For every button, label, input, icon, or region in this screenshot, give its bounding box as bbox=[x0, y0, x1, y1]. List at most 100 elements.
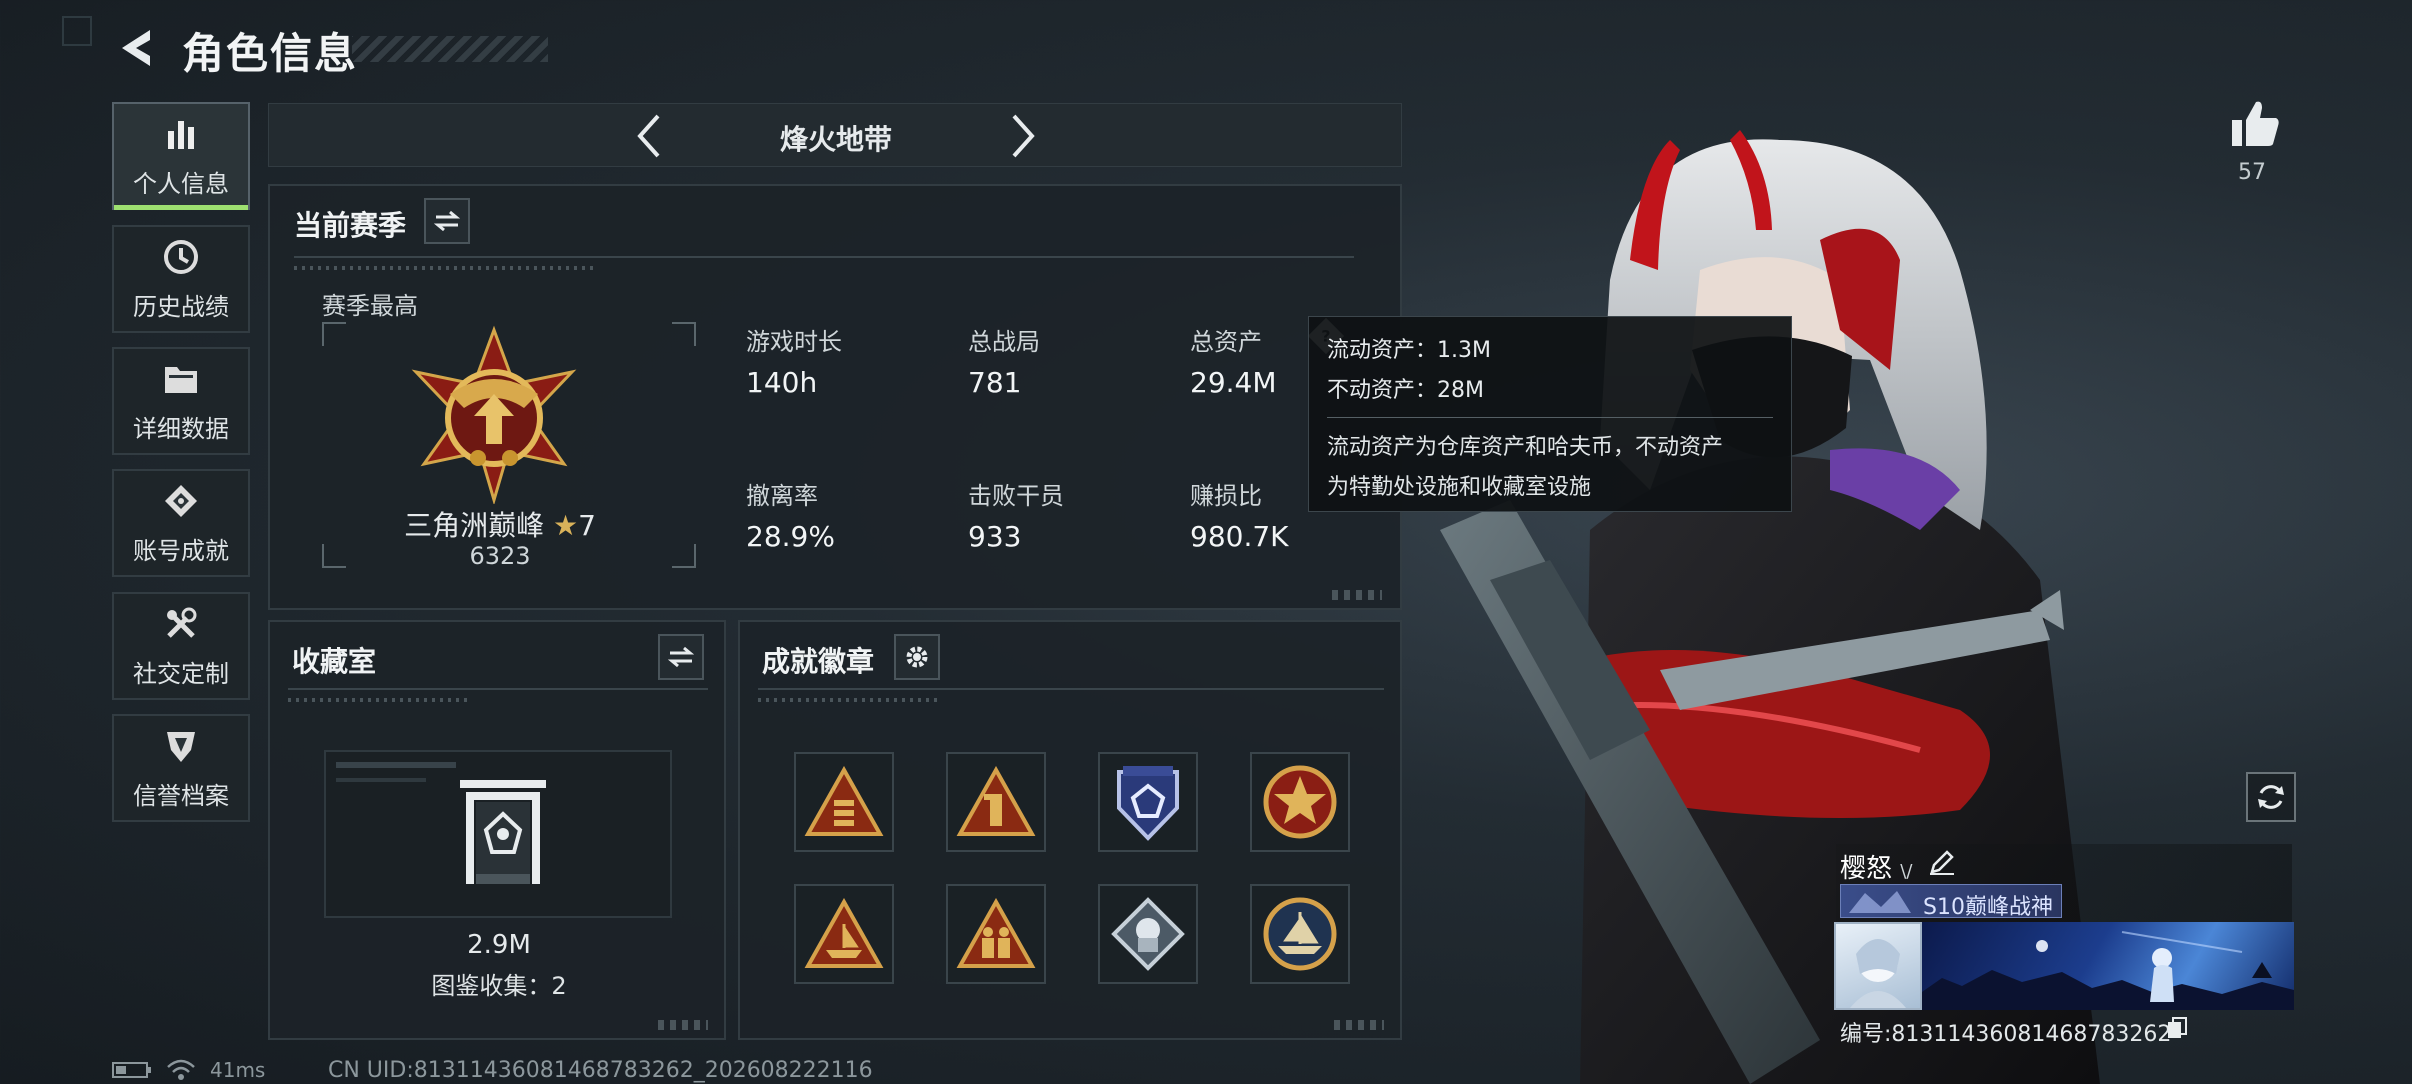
sidebar-item-label: 个人信息 bbox=[133, 169, 229, 198]
sidebar-item-label: 历史战绩 bbox=[133, 292, 229, 321]
rank-emblem-icon bbox=[404, 324, 584, 506]
stat-value: 781 bbox=[968, 366, 1022, 399]
rotate-model-button[interactable] bbox=[2246, 772, 2296, 822]
collection-title: 收藏室 bbox=[292, 645, 377, 678]
badge-slot[interactable] bbox=[1250, 752, 1350, 852]
tooltip-description-2: 为特勤处设施和收藏室设施 bbox=[1327, 475, 1592, 500]
player-serial: 编号:81311436081468783262 bbox=[1840, 1016, 2171, 1048]
frame-corner bbox=[322, 322, 346, 346]
season-title: 当前赛季 bbox=[294, 209, 407, 242]
sidebar-item-social-custom[interactable]: 社交定制 bbox=[112, 592, 250, 700]
stat-value: 140h bbox=[746, 366, 818, 399]
swap-icon bbox=[434, 210, 460, 232]
badge-triangle-soldiers-icon bbox=[956, 898, 1036, 968]
stat-value: 980.7K bbox=[1190, 520, 1289, 553]
badge-slot[interactable] bbox=[1098, 884, 1198, 984]
dots-decoration bbox=[294, 266, 594, 270]
stat-value: 933 bbox=[968, 520, 1022, 553]
edit-name-button[interactable] bbox=[1928, 848, 1956, 876]
corner-decoration bbox=[62, 16, 92, 46]
player-namecard[interactable] bbox=[1922, 922, 2294, 1010]
shield-icon bbox=[161, 726, 201, 766]
badge-triangle-bars-icon bbox=[804, 766, 884, 836]
badge-diamond-hand-icon bbox=[1111, 897, 1185, 971]
status-glyph-icon: \/ bbox=[1900, 861, 1913, 882]
history-icon bbox=[161, 237, 201, 277]
stat-value: 28.9% bbox=[746, 520, 835, 553]
badge-triangle-ship-icon bbox=[804, 898, 884, 968]
preview-line bbox=[336, 778, 426, 782]
battery-icon bbox=[112, 1062, 151, 1078]
stat-label: 赚损比 bbox=[1190, 482, 1262, 510]
season-panel: 当前赛季 赛季最高 三角洲巅峰 ★7 6323 游戏时长 140h 总战局 78… bbox=[268, 184, 1402, 610]
player-title-banner: S10巅峰战神 bbox=[1840, 884, 2062, 920]
badges-panel: 成就徽章 bbox=[738, 620, 1402, 1040]
page-title: 角色信息 bbox=[182, 29, 359, 78]
copy-icon bbox=[2168, 1017, 2187, 1038]
swap-icon bbox=[668, 646, 694, 668]
bar-chart-icon bbox=[161, 114, 201, 154]
sidebar-item-personal-info[interactable]: 个人信息 bbox=[112, 102, 250, 210]
collection-panel: 收藏室 2.9M 图鉴收集：2 bbox=[268, 620, 726, 1040]
title-decoration bbox=[352, 36, 548, 62]
copy-serial-button[interactable] bbox=[2166, 1016, 2188, 1040]
map-name: 烽火地带 bbox=[779, 123, 892, 156]
badge-slot[interactable] bbox=[794, 884, 894, 984]
badges-title: 成就徽章 bbox=[762, 645, 875, 678]
tools-icon bbox=[161, 604, 201, 644]
badge-slot[interactable] bbox=[1250, 884, 1350, 984]
ping-value: 41ms bbox=[210, 1058, 266, 1082]
tooltip-description-1: 流动资产为仓库资产和哈夫币，不动资产 bbox=[1327, 435, 1724, 460]
rank-score: 6323 bbox=[469, 542, 531, 570]
divider bbox=[758, 688, 1384, 690]
map-selector: 烽火地带 bbox=[268, 103, 1402, 167]
badge-slot[interactable] bbox=[794, 752, 894, 852]
back-arrow-icon bbox=[122, 30, 150, 66]
stat-label: 撤离率 bbox=[746, 482, 818, 510]
badges-settings-button[interactable] bbox=[894, 634, 940, 680]
corner-decoration bbox=[1332, 590, 1382, 600]
dots-decoration bbox=[758, 698, 938, 702]
dots-decoration bbox=[288, 698, 468, 702]
chevron-right-icon bbox=[1012, 114, 1035, 158]
refresh-icon bbox=[2258, 785, 2284, 809]
catalog-count: 图鉴收集：2 bbox=[431, 972, 567, 1000]
serial-text: 编号:81311436081468783262 bbox=[1840, 1022, 2172, 1047]
corner-decoration bbox=[658, 1020, 708, 1030]
frame-corner bbox=[322, 544, 346, 568]
back-button[interactable] bbox=[112, 24, 160, 72]
fixed-assets: 不动资产：28M bbox=[1327, 378, 1484, 403]
like-button[interactable] bbox=[2228, 96, 2282, 150]
badge-shield-blue-icon bbox=[1117, 766, 1179, 841]
wifi-icon bbox=[167, 1059, 195, 1080]
badge-slot[interactable] bbox=[946, 884, 1046, 984]
sidebar-item-label: 信誉档案 bbox=[133, 781, 229, 810]
nickname-text: 樱怒 bbox=[1840, 854, 1893, 884]
sidebar-item-reputation[interactable]: 信誉档案 bbox=[112, 714, 250, 822]
next-map-button[interactable] bbox=[1001, 112, 1045, 160]
sidebar-item-account-achievements[interactable]: 账号成就 bbox=[112, 469, 250, 577]
player-uid: CN UID:81311436081468783262_202608222116 bbox=[328, 1058, 873, 1083]
sidebar-item-detailed-data[interactable]: 详细数据 bbox=[112, 347, 250, 455]
collection-room-preview[interactable] bbox=[324, 750, 672, 918]
star-icon: ★ bbox=[552, 509, 579, 542]
badge-slot[interactable] bbox=[946, 752, 1046, 852]
rank-name-row: 三角洲巅峰 ★7 bbox=[350, 504, 650, 544]
badge-slot[interactable] bbox=[1098, 752, 1198, 852]
tooltip-divider bbox=[1327, 417, 1773, 418]
player-avatar[interactable] bbox=[1834, 922, 1922, 1010]
preview-line bbox=[336, 762, 456, 768]
stat-value: 29.4M bbox=[1190, 366, 1277, 399]
stat-label: 总资产 bbox=[1190, 328, 1262, 356]
sidebar-item-history[interactable]: 历史战绩 bbox=[112, 225, 250, 333]
rank-name: 三角洲巅峰 bbox=[404, 509, 545, 542]
collection-switch-button[interactable] bbox=[658, 634, 704, 680]
divider bbox=[294, 256, 1354, 258]
divider bbox=[288, 688, 708, 690]
season-best-label: 赛季最高 bbox=[322, 292, 418, 320]
season-switch-button[interactable] bbox=[424, 198, 470, 244]
badge-round-ship-icon bbox=[1263, 897, 1337, 971]
gear-icon bbox=[906, 646, 928, 668]
liquid-assets: 流动资产：1.3M bbox=[1327, 338, 1491, 363]
assets-tooltip: 流动资产：1.3M 不动资产：28M 流动资产为仓库资产和哈夫币，不动资产 为特… bbox=[1308, 316, 1792, 512]
